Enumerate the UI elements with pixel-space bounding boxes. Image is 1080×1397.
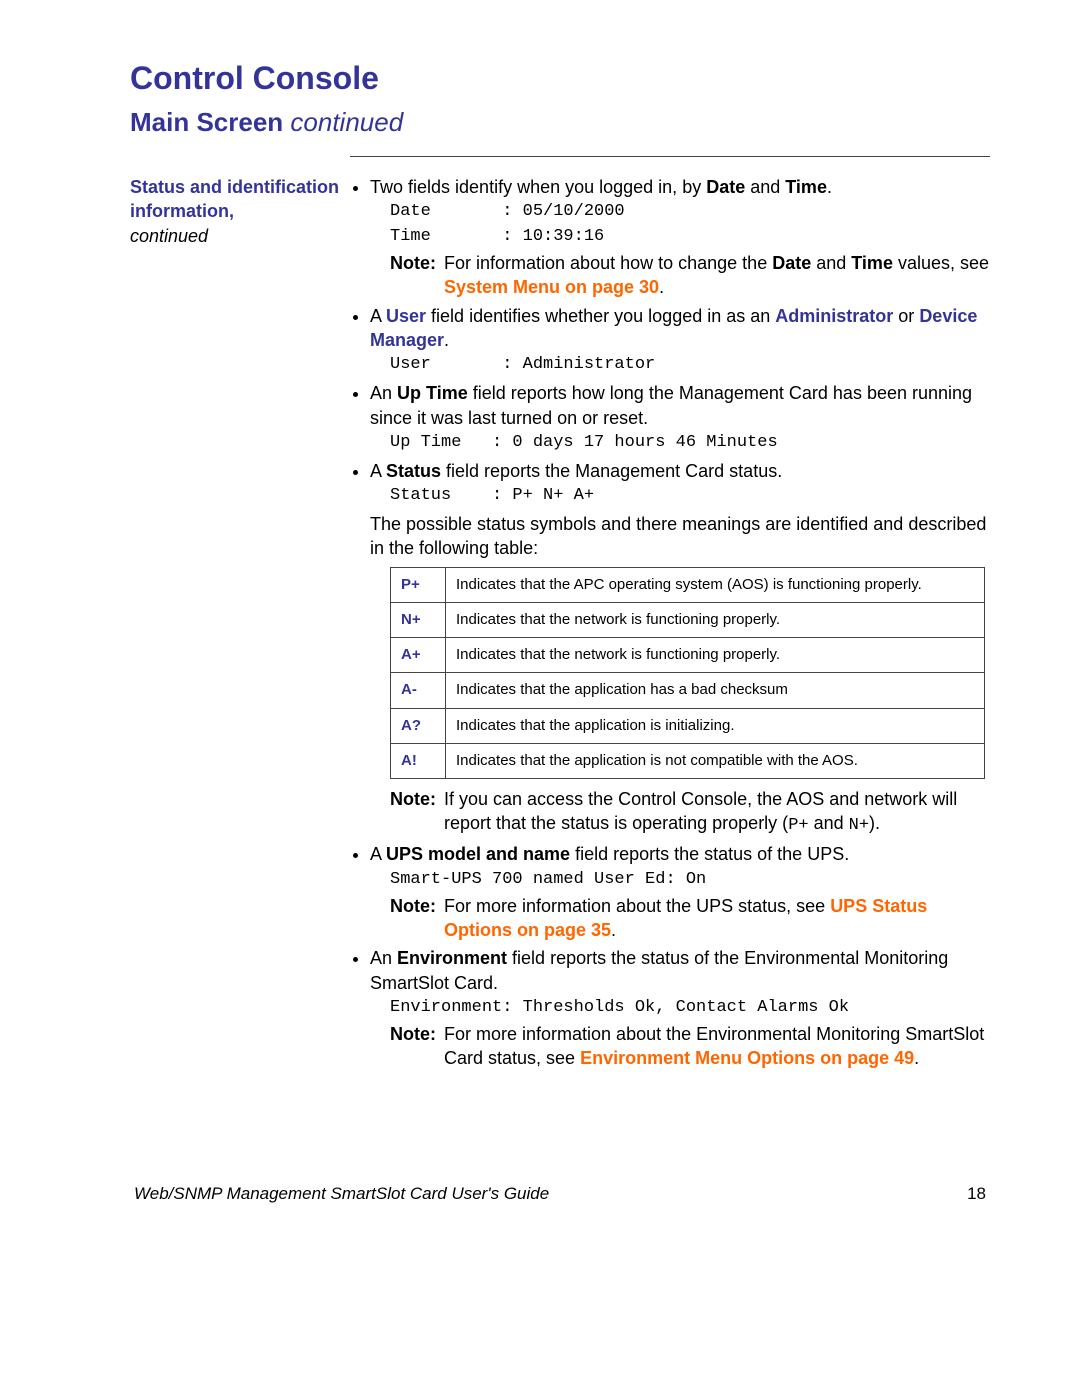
sidebar-heading: Status and identification information, bbox=[130, 175, 350, 224]
status-description: The possible status symbols and there me… bbox=[370, 512, 990, 561]
code-env: Environment: Thresholds Ok, Contact Alar… bbox=[390, 997, 990, 1020]
note-body: For more information about the Environme… bbox=[444, 1022, 990, 1071]
table-row: P+Indicates that the APC operating syste… bbox=[391, 567, 985, 602]
list-item: Two fields identify when you logged in, … bbox=[370, 175, 990, 300]
table-row: A-Indicates that the application has a b… bbox=[391, 673, 985, 708]
section-heading-cont: continued bbox=[290, 107, 403, 137]
note-body: For information about how to change the … bbox=[444, 251, 990, 300]
note-label: Note: bbox=[390, 1022, 444, 1071]
table-row: A?Indicates that the application is init… bbox=[391, 708, 985, 743]
page-title: Control Console bbox=[130, 60, 990, 97]
code-date: Date : 05/10/2000 bbox=[390, 201, 990, 224]
code-time: Time : 10:39:16 bbox=[390, 226, 990, 249]
section-heading-main: Main Screen bbox=[130, 107, 283, 137]
link-env-menu[interactable]: Environment Menu Options on page 49 bbox=[580, 1048, 914, 1068]
section-heading: Main Screen continued bbox=[130, 107, 990, 138]
sidebar-continued: continued bbox=[130, 224, 350, 248]
note-label: Note: bbox=[390, 251, 444, 300]
table-row: A+Indicates that the network is function… bbox=[391, 638, 985, 673]
list-item: An Environment field reports the status … bbox=[370, 946, 990, 1070]
table-row: A!Indicates that the application is not … bbox=[391, 743, 985, 778]
divider bbox=[350, 156, 990, 157]
footer-title: Web/SNMP Management SmartSlot Card User'… bbox=[134, 1184, 549, 1204]
code-status: Status : P+ N+ A+ bbox=[390, 485, 990, 508]
code-ups: Smart-UPS 700 named User Ed: On bbox=[390, 869, 990, 892]
list-item: An Up Time field reports how long the Ma… bbox=[370, 381, 990, 455]
list-item: A UPS model and name field reports the s… bbox=[370, 842, 990, 942]
table-row: N+Indicates that the network is function… bbox=[391, 602, 985, 637]
note-body: If you can access the Control Console, t… bbox=[444, 787, 990, 838]
code-user: User : Administrator bbox=[390, 354, 990, 377]
note-body: For more information about the UPS statu… bbox=[444, 894, 990, 943]
page-number: 18 bbox=[967, 1184, 986, 1204]
status-table: P+Indicates that the APC operating syste… bbox=[390, 567, 985, 780]
link-system-menu[interactable]: System Menu on page 30 bbox=[444, 277, 659, 297]
code-uptime: Up Time : 0 days 17 hours 46 Minutes bbox=[390, 432, 990, 455]
note-label: Note: bbox=[390, 894, 444, 943]
note-label: Note: bbox=[390, 787, 444, 838]
list-item: A User field identifies whether you logg… bbox=[370, 304, 990, 378]
list-item: A Status field reports the Management Ca… bbox=[370, 459, 990, 839]
